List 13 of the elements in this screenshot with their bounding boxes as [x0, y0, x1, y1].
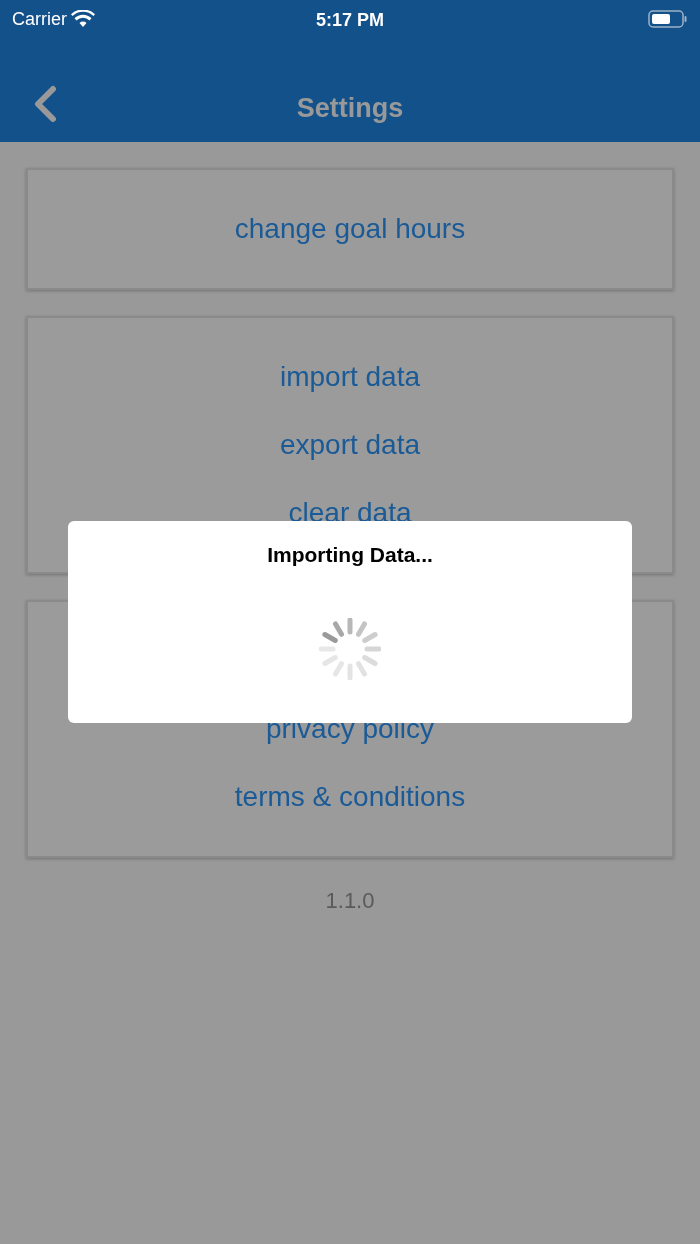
clock-label: 5:17 PM — [316, 9, 384, 32]
wifi-icon — [71, 10, 95, 28]
settings-link[interactable]: export data — [279, 424, 421, 466]
loading-spinner-icon — [319, 617, 381, 680]
settings-link[interactable]: import data — [279, 356, 421, 398]
screen-title: Settings — [296, 92, 404, 125]
battery-icon — [648, 9, 688, 29]
settings-link[interactable]: terms & conditions — [234, 776, 466, 818]
back-chevron-icon — [33, 85, 57, 123]
version-label: 1.1.0 — [324, 887, 376, 915]
carrier-label: Carrier — [12, 7, 67, 31]
dialog-title: Importing Data... — [267, 542, 433, 568]
settings-link[interactable]: change goal hours — [234, 208, 466, 250]
